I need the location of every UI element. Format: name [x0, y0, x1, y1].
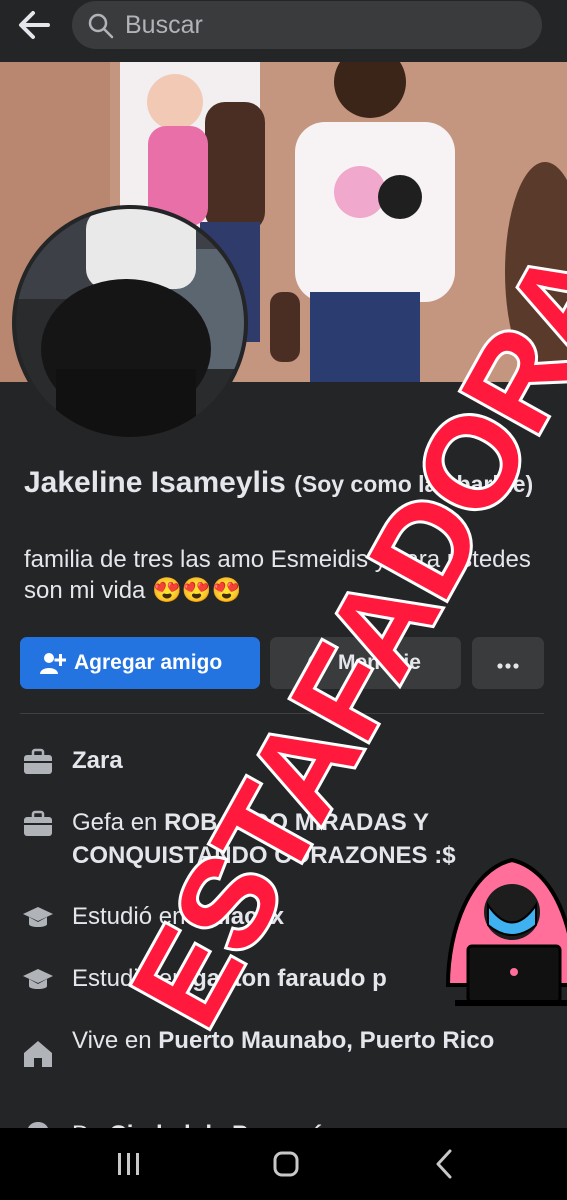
message-label: Mensaje [338, 651, 421, 674]
detail-value: Zara [72, 747, 123, 774]
profile-name-text: Jakeline Isameylis [24, 466, 286, 499]
system-nav-bar [0, 1128, 567, 1200]
detail-prefix: Vive en [72, 1027, 159, 1054]
profile-name: Jakeline Isameylis (Soy como las barbie) [24, 464, 554, 503]
briefcase-icon [22, 746, 54, 778]
back-arrow-icon[interactable] [14, 8, 58, 42]
recent-apps-icon[interactable] [108, 1146, 148, 1182]
search-icon [88, 13, 114, 39]
briefcase-icon [22, 808, 54, 840]
more-options-button[interactable] [472, 637, 544, 689]
search-placeholder: Buscar [125, 11, 203, 39]
search-bar[interactable]: Buscar [72, 1, 542, 49]
add-friend-label: Agregar amigo [74, 651, 223, 674]
more-dots-icon [497, 651, 519, 675]
graduation-cap-icon [22, 902, 54, 934]
profile-name-suffix: (Soy como las barbie) [294, 471, 534, 497]
message-button[interactable]: Mensaje [270, 637, 461, 689]
profile-picture[interactable] [12, 205, 248, 441]
profile-bio: familia de tres las amo Esmeidis y sara … [24, 546, 531, 604]
top-bar: Buscar [0, 0, 567, 62]
section-divider [20, 713, 544, 714]
detail-prefix: Estudió en [72, 903, 193, 930]
detail-value: gaston faraudo p [192, 965, 387, 992]
graduation-cap-icon [22, 964, 54, 996]
add-friend-icon [40, 651, 66, 675]
add-friend-button[interactable]: Agregar amigo [20, 637, 260, 689]
messenger-icon [306, 651, 330, 675]
home-button-icon[interactable] [266, 1146, 306, 1182]
home-icon [22, 1038, 54, 1070]
detail-prefix: Gefa en [72, 809, 165, 836]
detail-value: Puerto Maunabo, Puerto Rico [158, 1027, 495, 1054]
back-button-icon[interactable] [424, 1146, 464, 1182]
detail-value: Unlacex [192, 903, 285, 930]
detail-prefix: Estudió en [72, 965, 193, 992]
